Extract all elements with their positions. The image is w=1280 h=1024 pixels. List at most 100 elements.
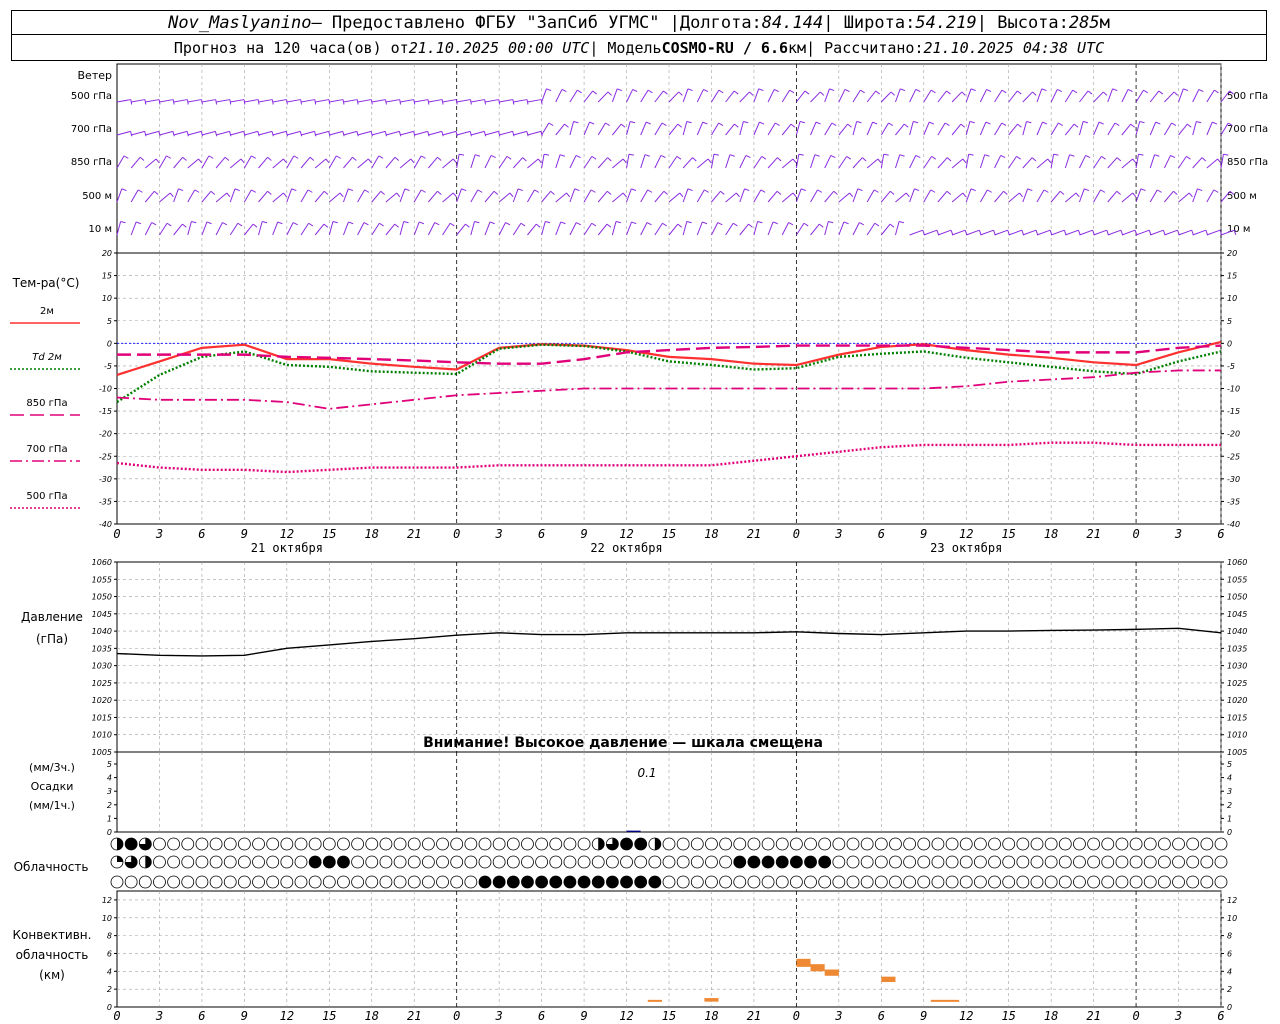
cloud-circle bbox=[436, 855, 449, 869]
wind-barb-feather bbox=[378, 155, 384, 159]
wind-barb-staff bbox=[343, 130, 358, 136]
wind-barb-feather bbox=[1017, 123, 1022, 128]
wind-barb-staff bbox=[527, 99, 542, 103]
wind-barb-staff bbox=[144, 190, 155, 203]
wind-barb-feather bbox=[172, 131, 175, 137]
wind-barb-feather bbox=[139, 156, 145, 161]
wind-barb-staff bbox=[342, 188, 349, 203]
wind-barb-staff bbox=[456, 99, 471, 103]
cloud-symbol bbox=[605, 875, 619, 889]
wind-barb-feather bbox=[1000, 154, 1006, 159]
cloud-circle bbox=[1200, 837, 1214, 851]
cloud-circle bbox=[959, 855, 973, 869]
wind-barb-staff bbox=[1022, 91, 1033, 103]
cloud-circle bbox=[804, 855, 817, 869]
wind-barb-staff bbox=[230, 130, 244, 136]
wind-barb-feather bbox=[970, 88, 976, 92]
cloud-circle bbox=[421, 855, 435, 869]
cloud-circle bbox=[436, 837, 449, 851]
cloud-symbol bbox=[563, 875, 577, 889]
wind-barb-feather bbox=[182, 156, 187, 161]
cloud-symbol bbox=[280, 837, 294, 851]
wind-barb-staff bbox=[385, 99, 400, 103]
cloud-symbol bbox=[195, 875, 209, 889]
time-tick-label: 15 bbox=[322, 527, 336, 541]
wind-barb-staff bbox=[470, 99, 485, 103]
pressure-ytick-left: 1045 bbox=[92, 610, 112, 619]
pressure-ytick-right: 1040 bbox=[1227, 627, 1247, 636]
wind-barb-feather bbox=[339, 192, 344, 198]
wind-barb-staff bbox=[838, 123, 849, 136]
wind-barb-feather bbox=[707, 158, 712, 164]
wind-barb-staff bbox=[781, 89, 791, 103]
wind-barb-staff bbox=[711, 190, 721, 203]
wind-barb-staff bbox=[215, 222, 223, 236]
cloud-symbol bbox=[1002, 855, 1016, 869]
wind-barb-staff bbox=[612, 192, 624, 203]
wind-barb-feather bbox=[1132, 158, 1137, 164]
cloud-circle bbox=[351, 875, 365, 889]
cloud-circle bbox=[945, 837, 959, 851]
wind-barb-feather bbox=[1063, 230, 1067, 236]
cloud-circle bbox=[874, 875, 888, 889]
wind-barb-feather bbox=[1214, 89, 1219, 94]
wind-barb-staff bbox=[159, 99, 174, 103]
cloud-circle bbox=[662, 837, 676, 851]
cloud-symbol bbox=[464, 875, 478, 889]
wind-barb-feather bbox=[761, 155, 767, 160]
convective-ytick-left: 8 bbox=[107, 932, 112, 941]
wind-barb-staff bbox=[130, 189, 139, 203]
wind-barb-feather bbox=[628, 153, 634, 156]
wind-barb-staff bbox=[541, 154, 545, 169]
wind-barb-feather bbox=[889, 190, 895, 195]
wind-barb-staff bbox=[1192, 89, 1200, 103]
wind-barb-staff bbox=[555, 154, 561, 169]
precip-ytick-left: 5 bbox=[107, 760, 112, 769]
wind-barb-feather bbox=[889, 223, 895, 228]
wind-barb-feather bbox=[1003, 190, 1008, 195]
cloud-circle bbox=[1214, 855, 1228, 869]
wind-level-label: 10 м bbox=[89, 224, 112, 235]
wind-barb-staff bbox=[1150, 229, 1164, 236]
wind-barb-staff bbox=[315, 99, 330, 103]
wind-barb-feather bbox=[844, 88, 850, 93]
cloud-symbol bbox=[874, 855, 888, 869]
cloud-symbol bbox=[719, 875, 733, 889]
wind-barb-staff bbox=[640, 189, 649, 203]
wind-barb-feather bbox=[413, 131, 416, 137]
precip-annotation: 0.1 bbox=[637, 766, 656, 780]
cloud-circle bbox=[252, 875, 265, 889]
wind-barb-feather bbox=[833, 190, 838, 195]
wind-barb-feather bbox=[946, 190, 952, 195]
temp-ytick-right: -15 bbox=[1227, 407, 1240, 416]
wind-barb-feather bbox=[985, 121, 991, 125]
wind-barb-staff bbox=[272, 99, 287, 103]
precip-ytick-right: 3 bbox=[1227, 787, 1232, 796]
wind-barb-feather bbox=[875, 90, 881, 95]
cloud-symbol bbox=[535, 855, 549, 869]
cloud-symbol bbox=[1101, 837, 1115, 851]
cloud-circle bbox=[988, 875, 1001, 889]
wind-barb-staff bbox=[880, 154, 885, 169]
cloud-symbol bbox=[436, 875, 449, 889]
wind-barb-feather bbox=[506, 155, 512, 160]
wind-barb-feather bbox=[914, 188, 920, 192]
cloud-circle bbox=[662, 855, 676, 869]
cloud-symbol bbox=[153, 875, 166, 889]
cloud-symbol bbox=[1030, 875, 1044, 889]
wind-barb-staff bbox=[1050, 89, 1058, 103]
wind-barb-feather bbox=[849, 192, 854, 198]
cloud-symbol bbox=[1200, 855, 1214, 869]
wind-barb-feather bbox=[789, 89, 795, 94]
wind-barb-staff bbox=[626, 221, 633, 236]
cloud-circle bbox=[818, 837, 832, 851]
wind-barb-staff bbox=[966, 229, 980, 236]
cloud-symbol bbox=[747, 855, 761, 869]
wind-barb-feather bbox=[1173, 91, 1179, 96]
cloud-symbol bbox=[138, 837, 152, 851]
wind-barb-staff bbox=[173, 130, 188, 136]
cloud-circle bbox=[903, 837, 917, 851]
wind-barb-feather bbox=[735, 192, 740, 198]
temp-legend-label-t850: 850 гПа bbox=[26, 398, 67, 409]
wind-barb-feather bbox=[573, 120, 579, 124]
